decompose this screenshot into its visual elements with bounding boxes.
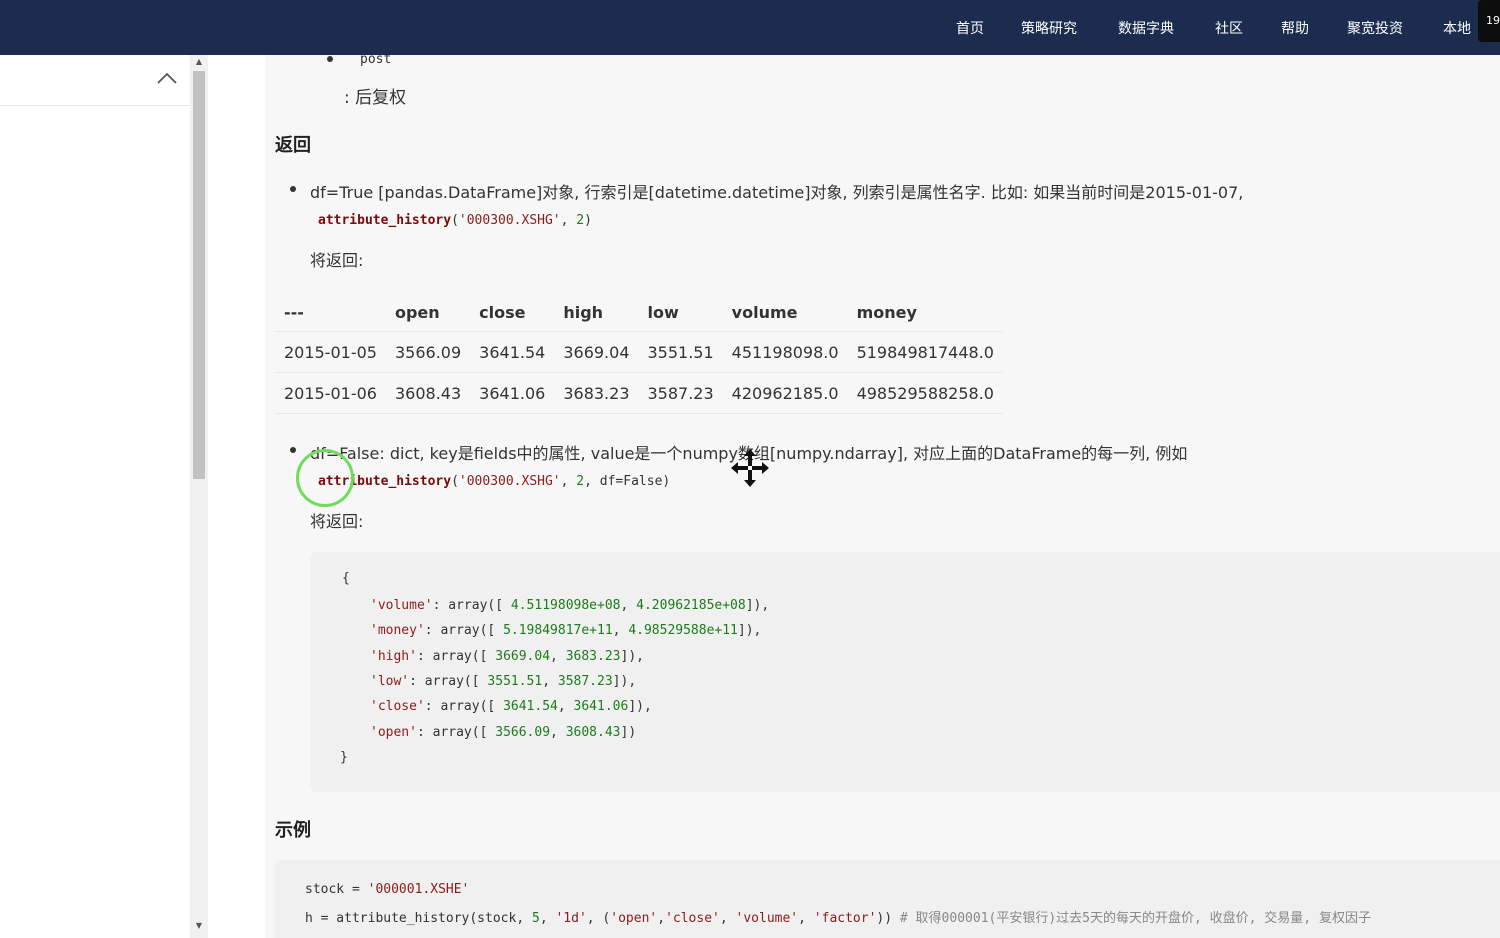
table-cell: 3551.51 [638,331,723,373]
table-row: 2015-01-05 3566.09 3641.54 3669.04 3551.… [275,331,1003,373]
table-header: low [638,293,723,332]
code-line: 'volume': array([ 4.51198098e+08, 4.2096… [370,598,770,613]
table-cell: 3683.23 [554,372,639,414]
example-code-block: stock = '000001.XSHE' h = attribute_hist… [275,860,1500,938]
df-true-description: df=True [pandas.DataFrame]对象, 行索引是[datet… [310,183,1244,202]
click-indicator-ring [296,449,354,507]
nav-help[interactable]: 帮助 [1281,18,1309,38]
code-line: h = attribute_history(stock, 5, '1d', ('… [305,911,1371,926]
table-cell: 420962185.0 [722,372,848,414]
returns-heading: 返回 [275,135,311,156]
nav-community[interactable]: 社区 [1215,18,1243,38]
table-cell: 451198098.0 [722,331,848,373]
bullet-icon [290,447,296,453]
table-cell: 3641.06 [470,372,555,414]
code-line: { [342,571,350,586]
table-header-row: --- open close high low volume money [275,293,1003,332]
chevron-up-icon[interactable] [156,67,178,89]
table-cell: 519849817448.0 [847,331,1003,373]
will-return-label-2: 将返回: [310,512,364,531]
table-header: open [385,293,471,332]
scroll-up-arrow-icon[interactable]: ▲ [194,57,204,66]
sidebar-scrollbar[interactable]: ▲ ▼ [190,55,208,938]
code-line: 'high': array([ 3669.04, 3683.23]), [370,649,644,664]
table-cell: 2015-01-06 [275,372,386,414]
sidebar [0,55,190,938]
inline-code-call-1: attribute_history('000300.XSHG', 2) [318,213,592,228]
dict-code-block: { 'volume': array([ 4.51198098e+08, 4.20… [310,552,1500,792]
top-nav-bar: 首页 策略研究 数据字典 社区 帮助 聚宽投资 本地 19 [0,0,1500,55]
inline-code-call-2: attribute_history('000300.XSHG', 2, df=F… [318,474,671,489]
code-line: } [340,750,348,765]
table-header: close [470,293,555,332]
table-cell: 3669.04 [554,331,639,373]
post-description: : 后复权 [344,88,407,108]
nav-local[interactable]: 本地 [1443,18,1471,38]
scroll-down-arrow-icon[interactable]: ▼ [194,921,204,930]
corner-badge[interactable]: 19 [1478,0,1500,42]
table-header: high [554,293,639,332]
table-cell: 3587.23 [638,372,723,414]
bullet-icon [290,186,296,192]
table-header: volume [722,293,848,332]
code-line: 'open': array([ 3566.09, 3608.43]) [370,725,637,740]
bullet-icon [327,56,333,62]
table-cell: 3608.43 [385,372,471,414]
code-line: 'money': array([ 5.19849817e+11, 4.98529… [370,623,762,638]
table-cell: 3566.09 [385,331,471,373]
nav-joinquant-invest[interactable]: 聚宽投资 [1347,18,1403,38]
scrollbar-thumb[interactable] [193,71,205,479]
code-line: 'low': array([ 3551.51, 3587.23]), [370,674,637,689]
code-line: stock = '000001.XSHE' [305,882,470,897]
post-item: post [360,55,392,67]
doc-content: post : 后复权 返回 df=True [pandas.DataFrame]… [265,55,1500,938]
result-table: --- open close high low volume money 201… [275,293,1003,414]
nav-data-dictionary[interactable]: 数据字典 [1118,18,1174,38]
example-heading: 示例 [275,820,311,841]
table-row: 2015-01-06 3608.43 3641.06 3683.23 3587.… [275,372,1003,414]
table-cell: 3641.54 [470,331,555,373]
table-cell: 498529588258.0 [847,372,1003,414]
nav-strategy-research[interactable]: 策略研究 [1021,18,1077,38]
will-return-label-1: 将返回: [310,251,364,270]
sidebar-header [0,55,190,106]
code-line: 'close': array([ 3641.54, 3641.06]), [370,699,652,714]
table-cell: 2015-01-05 [275,331,386,373]
table-header: money [847,293,1003,332]
nav-home[interactable]: 首页 [956,18,984,38]
table-header: --- [275,293,386,332]
move-cursor-icon [731,449,769,487]
